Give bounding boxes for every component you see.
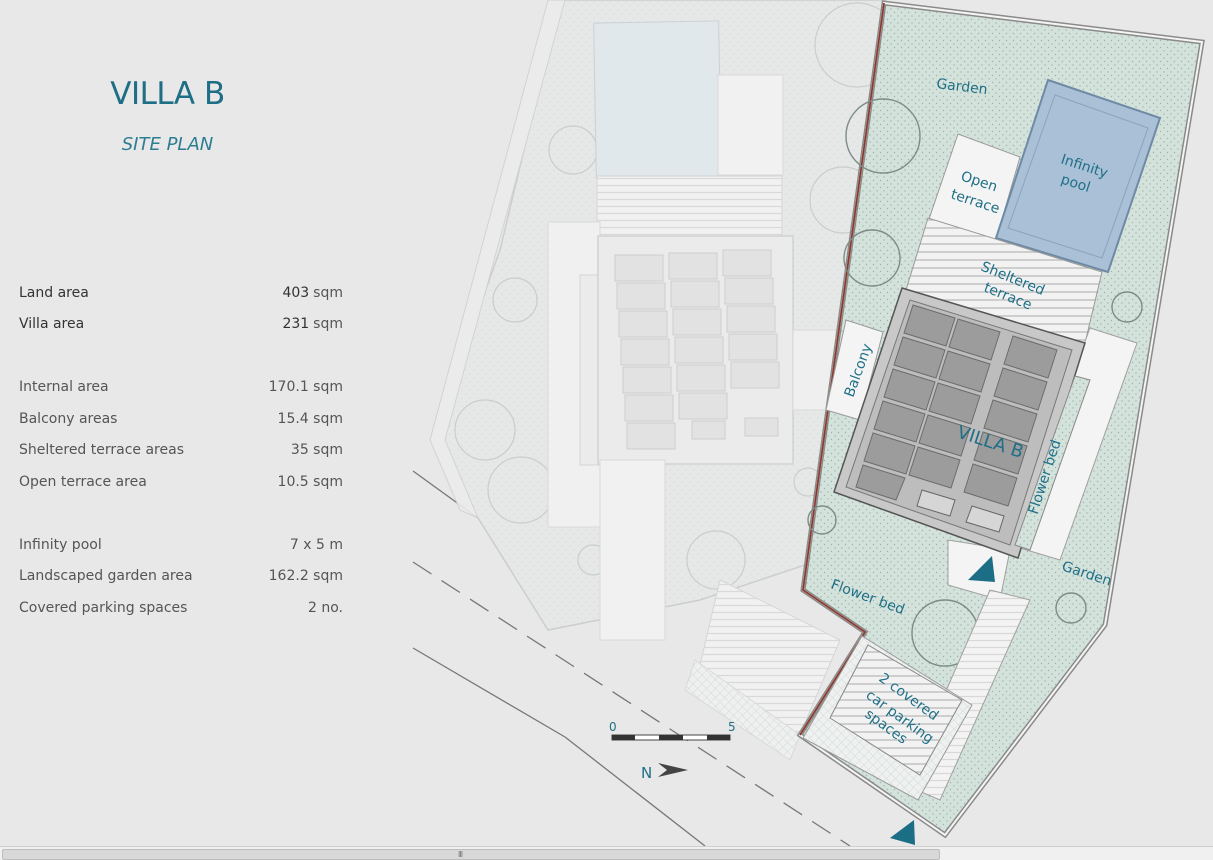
neighbour-plot [429, 0, 900, 761]
scrollbar-grip-icon: III [458, 850, 463, 859]
scale-start-label: 0 [609, 720, 617, 734]
entrance-arrow-icon [890, 820, 915, 845]
north-arrow-icon [658, 763, 688, 777]
north-arrow: N [641, 763, 688, 782]
scrollbar-thumb[interactable]: III [2, 849, 940, 860]
scale-end-label: 5 [728, 720, 736, 734]
north-label: N [641, 764, 652, 782]
site-plan-drawing: Garden Infinity pool Open terrace Shelte… [412, 0, 1205, 846]
horizontal-scrollbar[interactable]: III [0, 846, 1213, 860]
